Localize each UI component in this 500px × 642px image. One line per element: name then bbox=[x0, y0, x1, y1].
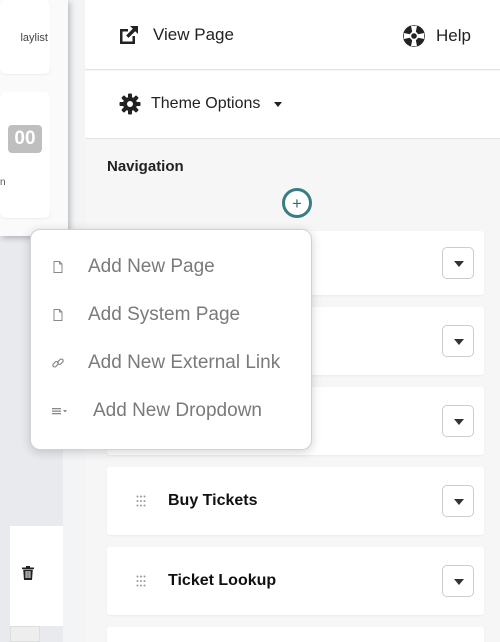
page-icon bbox=[53, 261, 63, 273]
gear-icon bbox=[119, 93, 141, 115]
counter-caption: n bbox=[0, 177, 6, 188]
playlist-text: laylist bbox=[20, 32, 48, 44]
nav-row-buy-tickets[interactable]: Buy Tickets bbox=[107, 467, 484, 535]
menu-item-add-system-page[interactable]: Add System Page bbox=[31, 295, 311, 335]
drag-handle-icon[interactable] bbox=[136, 575, 146, 587]
dropdown-list-icon bbox=[52, 408, 67, 415]
view-page-label: View Page bbox=[153, 25, 234, 44]
page-icon bbox=[53, 309, 63, 321]
nav-row-label: Ticket Lookup bbox=[168, 572, 277, 589]
external-link-icon bbox=[120, 26, 138, 44]
caret-down-icon bbox=[274, 101, 283, 107]
row-dropdown-button[interactable] bbox=[442, 325, 474, 357]
row-dropdown-button[interactable] bbox=[442, 405, 474, 437]
nav-row-ticket-lookup[interactable]: Ticket Lookup bbox=[107, 547, 484, 615]
menu-item-label: Add New Dropdown bbox=[93, 400, 262, 421]
left-bottom-box bbox=[10, 626, 40, 642]
row-dropdown-button[interactable] bbox=[442, 485, 474, 517]
drag-handle-icon[interactable] bbox=[136, 495, 146, 507]
menu-item-label: Add New External Link bbox=[88, 352, 281, 373]
menu-item-add-external-link[interactable]: Add New External Link bbox=[31, 343, 311, 383]
plus-icon: + bbox=[292, 193, 302, 213]
nav-row[interactable] bbox=[107, 627, 484, 642]
playlist-card[interactable]: laylist bbox=[0, 0, 50, 74]
row-dropdown-button[interactable] bbox=[442, 565, 474, 597]
trash-icon[interactable] bbox=[22, 566, 34, 580]
left-lower-card bbox=[10, 526, 63, 626]
theme-options-button[interactable]: Theme Options bbox=[119, 93, 283, 115]
help-label: Help bbox=[436, 26, 471, 45]
menu-item-label: Add System Page bbox=[88, 304, 241, 325]
counter-card: 00 n bbox=[0, 92, 50, 218]
link-icon bbox=[52, 358, 64, 368]
life-ring-icon bbox=[403, 25, 425, 47]
menu-item-label: Add New Page bbox=[88, 256, 215, 277]
navigation-heading: Navigation bbox=[107, 158, 184, 175]
menu-item-add-dropdown[interactable]: Add New Dropdown bbox=[31, 391, 311, 431]
menu-item-add-new-page[interactable]: Add New Page bbox=[31, 247, 311, 287]
counter-value: 00 bbox=[8, 125, 42, 153]
add-item-menu: Add New Page Add System Page Add New Ext… bbox=[30, 229, 312, 450]
help-link[interactable]: Help bbox=[402, 24, 471, 48]
add-nav-item-button[interactable]: + bbox=[282, 188, 312, 218]
row-dropdown-button[interactable] bbox=[442, 247, 474, 279]
left-preview-panel: laylist 00 n bbox=[0, 0, 68, 236]
view-page-link[interactable]: View Page bbox=[117, 24, 234, 46]
nav-row-label: Buy Tickets bbox=[168, 492, 258, 509]
theme-options-label: Theme Options bbox=[151, 95, 261, 112]
